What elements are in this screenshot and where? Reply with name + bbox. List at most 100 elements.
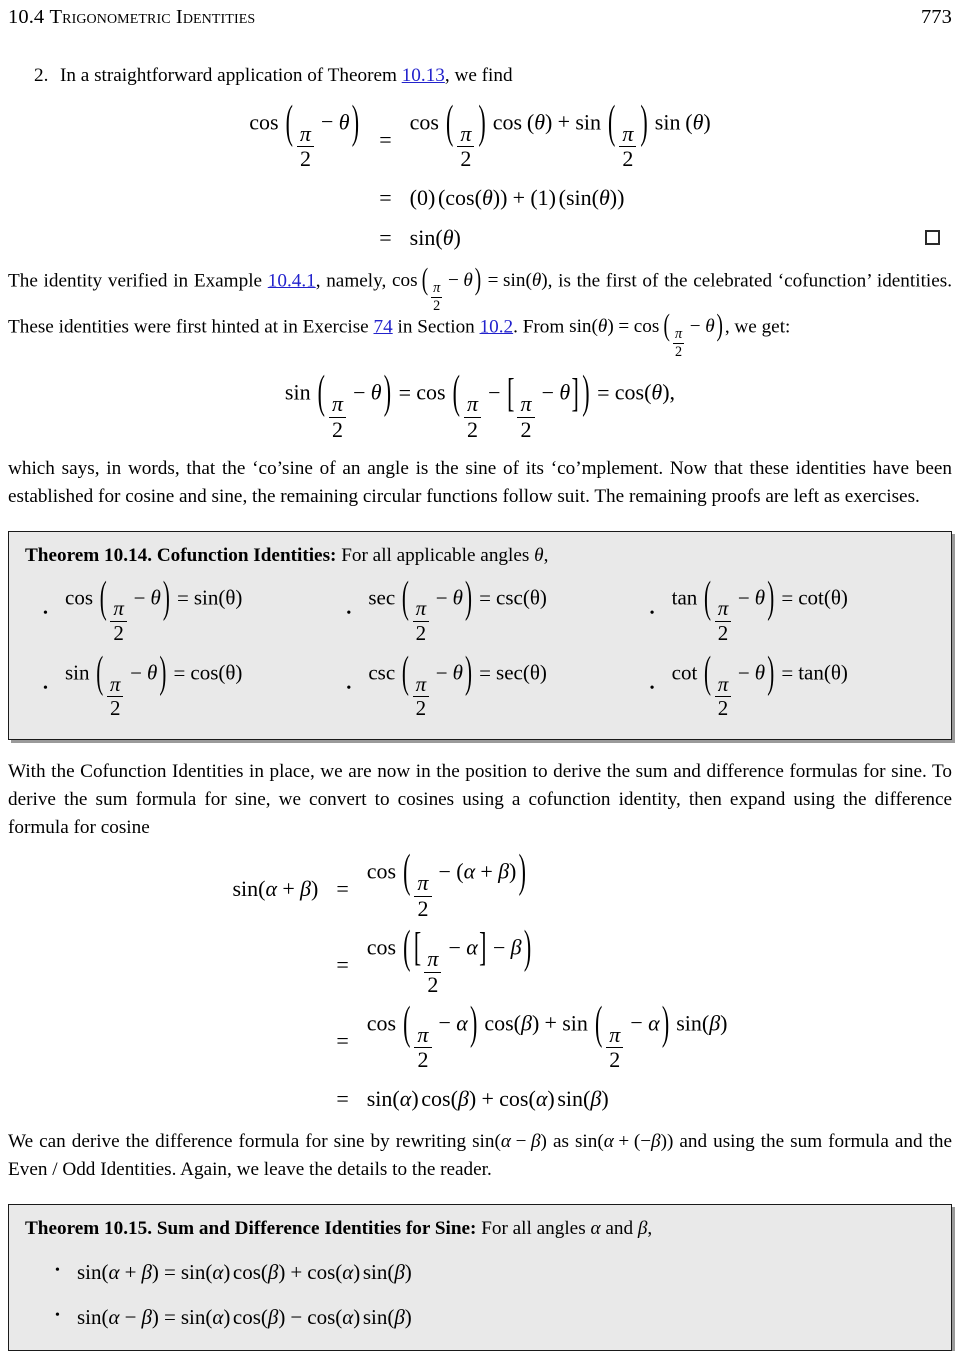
p4-inline-math-1: sin(α − β) bbox=[472, 1130, 547, 1152]
identity-csc-fn: csc bbox=[368, 660, 396, 685]
section-10-2-link[interactable]: 10.2 bbox=[480, 316, 514, 337]
identity-cos-math: cos(π 2− θ) = sin(θ) bbox=[65, 571, 243, 645]
identity-sec-math: sec(π 2− θ) = csc(θ) bbox=[368, 571, 547, 645]
eq3-row1-rhs: cos(π 2− (α + β)) bbox=[366, 843, 526, 921]
item-text: In a straightforward application of Theo… bbox=[60, 65, 952, 87]
identity-cot-math: cot(π 2− θ) = tan(θ) bbox=[671, 646, 848, 720]
identity-sin-math: sin(π 2− θ) = cos(θ) bbox=[65, 646, 243, 720]
item-number: 2. bbox=[34, 65, 49, 86]
equation-block-1: cos(π 2− θ) = cos(π 2) cos (θ) + sin(π 2) sin (θ) … bbox=[8, 94, 952, 251]
exercise-74-link[interactable]: 74 bbox=[374, 316, 393, 337]
theorem-10-15-lead-var1: α bbox=[590, 1217, 601, 1239]
eq3-row1-relation: = bbox=[336, 876, 349, 902]
theorem-10-14-box: Theorem 10.14. Cofunction Identities: Fo… bbox=[8, 531, 952, 741]
identity-cos: • cos(π 2− θ) = sin(θ) bbox=[25, 571, 328, 645]
identity-cos-result: sin(θ) bbox=[193, 585, 243, 610]
sine-identity-list: • sin(α + β) = sin(α) cos(β) + cos(α) sin(β) • s… bbox=[25, 1260, 935, 1330]
textbook-page: 10.4 Trigonometric Identities 773 2. In … bbox=[0, 0, 960, 1351]
eq3-row2-relation: = bbox=[336, 952, 349, 978]
identity-sec-fn: sec bbox=[368, 585, 396, 610]
eq3-row4-rhs: sin(α) cos(β) + cos(α) sin(β) bbox=[366, 1085, 609, 1111]
bullet-icon: • bbox=[346, 680, 352, 696]
qed-tombstone-icon bbox=[925, 229, 940, 245]
equation-block-2: sin(π 2− θ) = cos(π 2−[π 2− θ]) = cos(θ), bbox=[284, 364, 676, 442]
p1-inline-math-1: cos(π 2− θ) = sin(θ) bbox=[391, 262, 548, 314]
p4-inline-math-2: sin(α + (−β)) bbox=[574, 1130, 674, 1152]
cofunction-identity-grid: • cos(π 2− θ) = sin(θ) • sec(π 2− θ) = csc(θ) • … bbox=[25, 571, 935, 720]
eq3-row4-relation: = bbox=[336, 1085, 349, 1111]
bullet-icon: • bbox=[55, 1263, 60, 1279]
theorem-10-15-label: Theorem 10.15. bbox=[25, 1217, 153, 1239]
theorem-10-13-link[interactable]: 10.13 bbox=[402, 65, 445, 86]
example-10-4-1-link[interactable]: 10.4.1 bbox=[268, 270, 316, 291]
eq1-row2-rhs: (0) (cos(θ)) + (1) (sin(θ)) bbox=[409, 184, 625, 210]
item-text-after: , we find bbox=[444, 65, 513, 86]
identity-sin-result: cos(θ) bbox=[190, 660, 243, 685]
identity-tan-math: tan(π 2− θ) = cot(θ) bbox=[671, 571, 848, 645]
identity-cot: • cot(π 2− θ) = tan(θ) bbox=[632, 646, 935, 720]
identity-csc-result: sec(θ) bbox=[496, 660, 547, 685]
theorem-10-15-name: Sum and Difference Identities for Sine: bbox=[156, 1217, 477, 1239]
p1-s2: , namely, bbox=[315, 270, 392, 292]
header-section-title: 10.4 Trigonometric Identities bbox=[8, 6, 255, 29]
p4-s2: as bbox=[546, 1130, 575, 1152]
theorem-10-15-box: Theorem 10.15. Sum and Difference Identi… bbox=[8, 1203, 952, 1351]
identity-sin-difference-math: sin(α − β) = sin(α) cos(β) − cos(α) sin(β) bbox=[77, 1304, 412, 1329]
bullet-icon: • bbox=[43, 680, 48, 696]
header-section-number: 10.4 bbox=[8, 6, 45, 28]
identity-cot-result: tan(θ) bbox=[798, 660, 848, 685]
identity-sin-sum: • sin(α + β) = sin(α) cos(β) + cos(α) sin(β) bbox=[25, 1260, 935, 1285]
identity-sin-sum-math: sin(α + β) = sin(α) cos(β) + cos(α) sin(β) bbox=[77, 1259, 412, 1284]
identity-cot-fn: cot bbox=[671, 660, 698, 685]
theorem-10-14-label: Theorem 10.14. bbox=[25, 545, 153, 567]
theorem-10-15-title: Theorem 10.15. Sum and Difference Identi… bbox=[25, 1217, 935, 1242]
item-text-before: In a straightforward application of Theo… bbox=[60, 65, 402, 86]
eq1-row1-relation: = bbox=[379, 126, 392, 152]
eq1-row3-rhs: sin(θ) bbox=[409, 224, 461, 250]
theorem-10-14-lead-end: , bbox=[543, 545, 549, 567]
p1-s6: , we get: bbox=[724, 316, 791, 338]
p1-s5: . From bbox=[513, 316, 570, 338]
page-header: 10.4 Trigonometric Identities 773 bbox=[8, 0, 952, 29]
bullet-icon: • bbox=[55, 1308, 60, 1324]
identity-csc: • csc(π 2− θ) = sec(θ) bbox=[328, 646, 631, 720]
p4-s1: We can derive the difference formula for… bbox=[8, 1130, 473, 1152]
identity-sin-difference: • sin(α − β) = sin(α) cos(β) − cos(α) sin(β) bbox=[25, 1305, 935, 1330]
bullet-icon: • bbox=[649, 680, 655, 696]
identity-tan-result: cot(θ) bbox=[798, 585, 848, 610]
bullet-icon: • bbox=[649, 605, 655, 621]
page-number: 773 bbox=[920, 6, 952, 28]
theorem-10-14-title: Theorem 10.14. Cofunction Identities: Fo… bbox=[25, 544, 935, 569]
theorem-10-15-lead-var2: β bbox=[637, 1217, 648, 1239]
theorem-10-15-lead-end: , bbox=[647, 1217, 653, 1239]
paragraph-difference-formula: We can derive the difference formula for… bbox=[8, 1128, 952, 1184]
p1-inline-math-2: sin(θ) = cos(π 2− θ) bbox=[569, 309, 723, 360]
eq3-row3-rhs: cos(π 2− α) cos(β) + sin(π 2− α) sin(β) bbox=[366, 995, 728, 1073]
identity-sin: • sin(π 2− θ) = cos(θ) bbox=[25, 646, 328, 720]
eq3-row2-rhs: cos([π 2− α] − β) bbox=[366, 919, 532, 997]
paragraph-complement: which says, in words, that the ‘co’sine … bbox=[8, 458, 952, 508]
identity-sec-result: csc(θ) bbox=[496, 585, 547, 610]
theorem-10-14-name: Cofunction Identities: bbox=[156, 545, 337, 567]
sin-sum-rhs-sign: + bbox=[290, 1259, 303, 1284]
theorem-10-14-lead-var: θ bbox=[534, 545, 544, 567]
identity-csc-math: csc(π 2− θ) = sec(θ) bbox=[368, 646, 547, 720]
paragraph-cofunction-intro: The identity verified in Example 10.4.1,… bbox=[8, 262, 952, 360]
sin-sum-lhs-sign: + bbox=[124, 1259, 137, 1284]
identity-tan: • tan(π 2− θ) = cot(θ) bbox=[632, 571, 935, 645]
paragraph-sum-difference-intro: With the Cofunction Identities in place,… bbox=[8, 761, 952, 839]
p1-s1: The identity verified in Example bbox=[8, 270, 268, 292]
theorem-10-14-lead: For all applicable angles bbox=[341, 545, 535, 567]
identity-sin-fn: sin bbox=[65, 660, 90, 685]
header-section-name: Trigonometric Identities bbox=[49, 6, 256, 28]
bullet-icon: • bbox=[43, 605, 48, 621]
equation-block-3: sin(α + β) = cos(π 2− (α + β)) = cos([π 2− α] − β)… bbox=[8, 843, 952, 1111]
eq3-row1-lhs: sin(α + β) bbox=[232, 876, 319, 902]
identity-sec: • sec(π 2− θ) = csc(θ) bbox=[328, 571, 631, 645]
theorem-10-15-lead-and: and bbox=[600, 1217, 638, 1239]
eq1-row1-rhs: cos(π 2) cos (θ) + sin(π 2) sin (θ) bbox=[409, 94, 711, 172]
eq1-row3-relation: = bbox=[379, 224, 392, 250]
sin-diff-lhs-sign: − bbox=[124, 1304, 137, 1329]
eq1-row1-lhs: cos(π 2− θ) bbox=[249, 94, 360, 172]
eq1-row2-relation: = bbox=[379, 184, 392, 210]
